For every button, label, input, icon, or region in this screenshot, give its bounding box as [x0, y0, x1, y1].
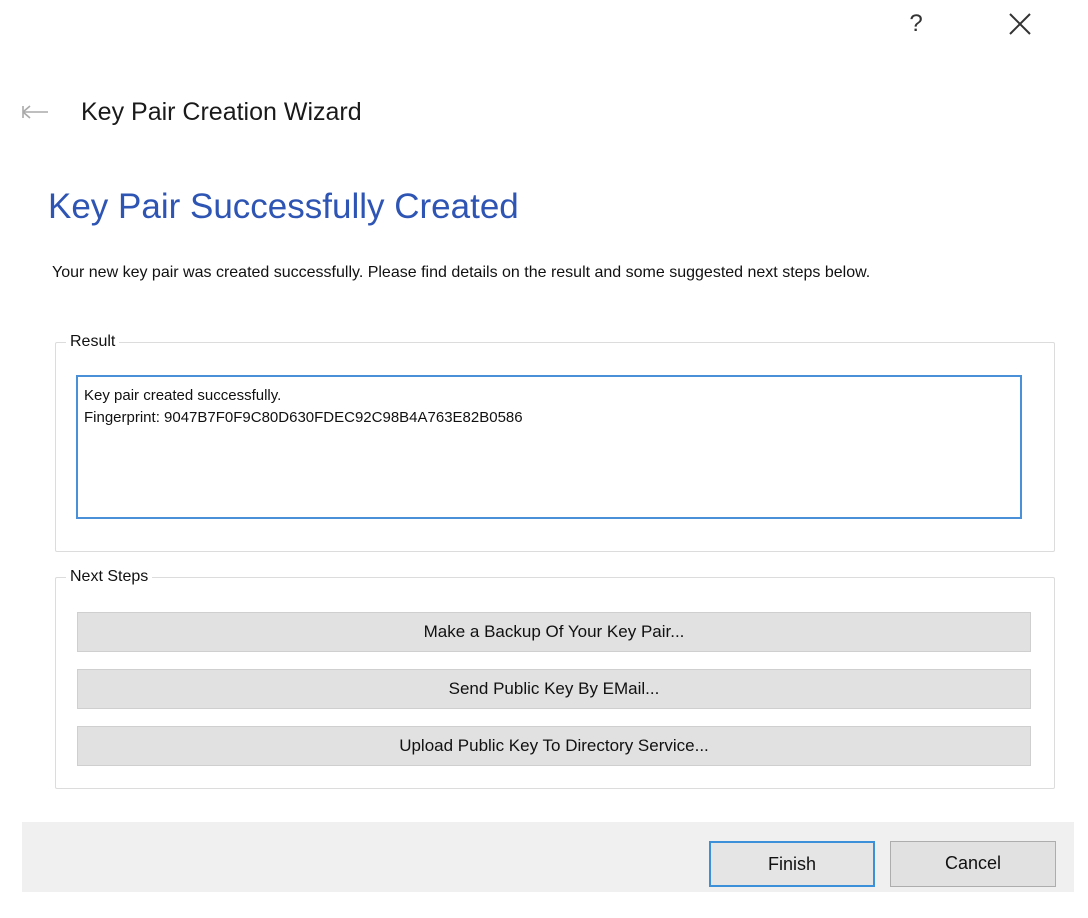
backup-key-pair-button[interactable]: Make a Backup Of Your Key Pair...: [77, 612, 1031, 652]
finish-button[interactable]: Finish: [709, 841, 875, 887]
back-arrow-icon: [22, 105, 48, 119]
wizard-window: ? Key Pair Creation Wizard Key Pair Succ…: [0, 0, 1088, 918]
result-group: Result Key pair created successfully. Fi…: [55, 331, 1055, 552]
next-steps-legend: Next Steps: [66, 566, 153, 588]
wizard-title: Key Pair Creation Wizard: [81, 98, 362, 126]
intro-text: Your new key pair was created successful…: [52, 264, 871, 281]
result-line-fingerprint: Fingerprint: 9047B7F0F9C80D630FDEC92C98B…: [84, 409, 523, 426]
send-public-key-email-button[interactable]: Send Public Key By EMail...: [77, 669, 1031, 709]
upload-public-key-button[interactable]: Upload Public Key To Directory Service..…: [77, 726, 1031, 766]
result-legend: Result: [66, 331, 120, 353]
result-line-status: Key pair created successfully.: [84, 387, 282, 404]
close-button[interactable]: [1000, 6, 1040, 42]
page-title: Key Pair Successfully Created: [48, 187, 519, 226]
back-button[interactable]: [20, 98, 54, 126]
close-icon: [1009, 13, 1031, 35]
help-button[interactable]: ?: [902, 6, 930, 42]
result-textbox[interactable]: Key pair created successfully. Fingerpri…: [76, 375, 1022, 519]
next-steps-group: Next Steps Make a Backup Of Your Key Pai…: [55, 566, 1055, 789]
cancel-button[interactable]: Cancel: [890, 841, 1056, 887]
footer-bar: Finish Cancel: [22, 822, 1074, 892]
